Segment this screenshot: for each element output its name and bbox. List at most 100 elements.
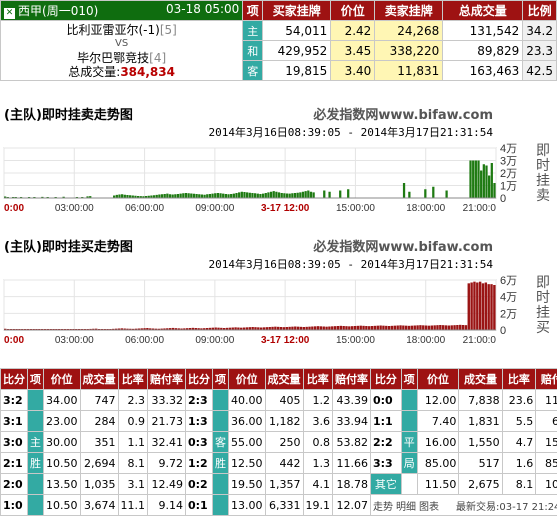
score-cell: 2:2 bbox=[371, 432, 402, 453]
score-item-cell bbox=[28, 390, 44, 411]
buy-chart: 6万4万2万00:0003:00:0006:00:0009:00:003-17 … bbox=[0, 268, 530, 352]
ratio-cell: 34.2 bbox=[523, 21, 557, 41]
payout-cell: 85.91 bbox=[536, 453, 557, 474]
chart-bar bbox=[281, 193, 283, 198]
x-tick-label: 15:00:00 bbox=[336, 335, 375, 346]
chart-bar bbox=[328, 192, 330, 198]
rate-cell: 4.7 bbox=[502, 432, 536, 453]
x-tick-label: 15:00:00 bbox=[336, 203, 375, 214]
score-col-header: 项 bbox=[28, 369, 44, 390]
chart-bar bbox=[419, 325, 421, 330]
chart-bar bbox=[485, 283, 487, 331]
score-col-header: 赔付率 bbox=[536, 369, 557, 390]
home-rank: [5] bbox=[160, 23, 177, 37]
score-item-cell bbox=[28, 495, 44, 516]
chart-bar bbox=[472, 161, 474, 199]
away-team[interactable]: 毕尔巴鄂竞技 bbox=[77, 51, 149, 65]
chart-bar bbox=[432, 187, 434, 198]
chart-bar bbox=[479, 282, 481, 330]
chart-bar bbox=[424, 189, 426, 198]
match-datetime: 03-18 05:00 bbox=[166, 2, 239, 16]
score-cell: 0:1 bbox=[186, 495, 213, 516]
volume-cell: 1,035 bbox=[80, 474, 118, 495]
score-col-header: 比分 bbox=[371, 369, 402, 390]
footer-link[interactable]: 明细 bbox=[396, 502, 416, 513]
score-cell: 3:0 bbox=[1, 432, 28, 453]
chart-bar bbox=[227, 194, 229, 198]
chart-bar bbox=[357, 326, 359, 330]
col-item: 项 bbox=[243, 1, 263, 21]
chart-bar bbox=[416, 325, 418, 330]
chart-bar bbox=[453, 325, 455, 330]
x-tick-label: 18:00:00 bbox=[406, 335, 445, 346]
chart-bar bbox=[490, 284, 492, 330]
score-item-cell bbox=[213, 411, 229, 432]
score-cell: 3:3 bbox=[371, 453, 402, 474]
chart-bar bbox=[233, 194, 235, 198]
score-col-header: 比分 bbox=[1, 369, 28, 390]
row-item: 主 bbox=[243, 21, 263, 41]
x-tick-label: 06:00:00 bbox=[125, 203, 164, 214]
x-tick-label: 3-17 12:00 bbox=[261, 335, 310, 346]
rate-cell: 1.2 bbox=[303, 390, 333, 411]
chart-bar bbox=[193, 194, 195, 198]
rate-cell: 0.8 bbox=[303, 432, 333, 453]
chart-bar bbox=[169, 194, 171, 198]
x-tick-label: 09:00:00 bbox=[195, 203, 234, 214]
chart-bar bbox=[368, 326, 370, 330]
round-label: (周一010) bbox=[42, 4, 98, 18]
footer-link[interactable]: 走势 bbox=[373, 502, 393, 513]
close-icon[interactable]: ✕ bbox=[4, 8, 15, 19]
chart-bar bbox=[371, 326, 373, 330]
score-cell: 2:0 bbox=[1, 474, 28, 495]
chart-vertical-label: 即时挂卖 bbox=[535, 144, 551, 204]
chart-bar bbox=[459, 325, 461, 330]
chart-bar bbox=[320, 326, 322, 330]
score-item-cell: 平 bbox=[401, 432, 417, 453]
league-name[interactable]: 西甲 bbox=[18, 4, 42, 18]
price-cell: 40.00 bbox=[229, 390, 266, 411]
price-cell: 13.00 bbox=[229, 495, 266, 516]
ratio-cell: 23.3 bbox=[523, 41, 557, 61]
score-cell: 1:2 bbox=[186, 453, 213, 474]
chart-bar bbox=[359, 326, 361, 330]
chart-bar bbox=[166, 194, 168, 198]
chart-bar bbox=[312, 192, 314, 198]
x-tick-label: 3-17 12:00 bbox=[261, 203, 310, 214]
score-cell: 1:1 bbox=[371, 411, 402, 432]
volume-cell: 442 bbox=[265, 453, 303, 474]
chart-bar bbox=[402, 326, 404, 331]
chart-bar bbox=[198, 194, 200, 198]
chart-site: 必发指数网www.bifaw.com bbox=[313, 236, 493, 255]
chart-bar bbox=[278, 192, 280, 198]
score-item-cell: 局 bbox=[401, 453, 417, 474]
price-cell: 13.50 bbox=[44, 474, 81, 495]
score-row: 3:234.007472.333.322:340.004051.243.390:… bbox=[1, 390, 557, 411]
chart-bar bbox=[283, 193, 285, 198]
score-item-cell bbox=[401, 474, 417, 495]
chart-bar bbox=[225, 194, 227, 198]
row-item: 和 bbox=[243, 41, 263, 61]
chart-bar bbox=[311, 327, 313, 331]
price-cell: 30.00 bbox=[44, 432, 81, 453]
volume-cell: 405 bbox=[265, 390, 303, 411]
chart-bar bbox=[469, 161, 471, 199]
footer-link[interactable]: 图表 bbox=[419, 502, 439, 513]
score-item-cell bbox=[213, 390, 229, 411]
chart-bar bbox=[425, 326, 427, 331]
y-tick-label: 1万 bbox=[500, 181, 517, 193]
payout-cell: 18.78 bbox=[333, 474, 371, 495]
chart-bar bbox=[431, 326, 433, 331]
price-cell: 34.00 bbox=[44, 390, 81, 411]
chart-bar bbox=[445, 325, 447, 330]
chart-bar bbox=[259, 194, 261, 198]
home-team[interactable]: 比利亚雷亚尔(-1) bbox=[66, 23, 159, 37]
chart-bar bbox=[377, 326, 379, 330]
chart-bar bbox=[323, 191, 325, 199]
buy-chart-panel: (主队)即时挂买走势图 必发指数网www.bifaw.com 2014年3月16… bbox=[0, 232, 557, 350]
y-tick-label: 0 bbox=[500, 325, 506, 337]
volume-cell: 2,675 bbox=[459, 474, 502, 495]
chart-bar bbox=[414, 326, 416, 331]
score-col-header: 成交量 bbox=[80, 369, 118, 390]
payout-cell: 9.14 bbox=[148, 495, 186, 516]
